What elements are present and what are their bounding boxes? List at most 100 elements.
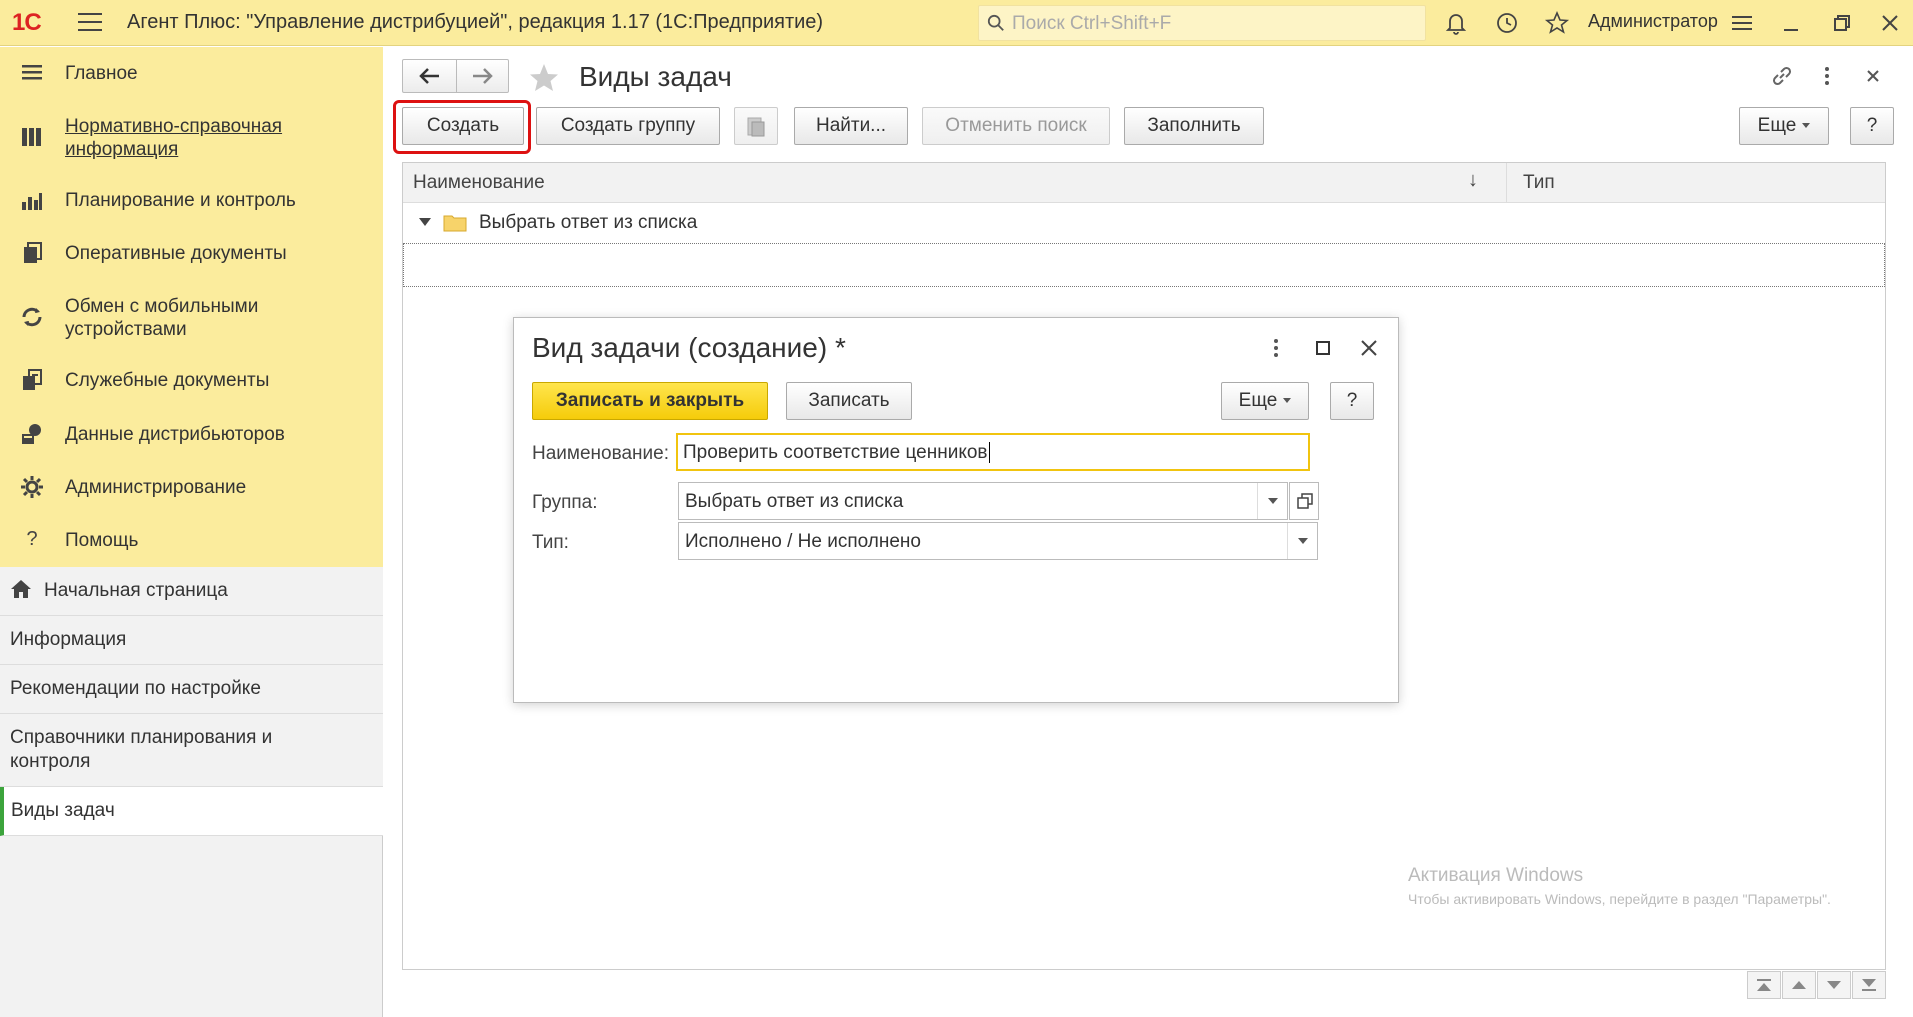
open-window-label: Виды задач [11,800,115,821]
sidebar: Главное Нормативно-справочная информация… [0,47,383,1017]
group-dropdown-button[interactable] [1257,483,1287,519]
minimize-icon[interactable] [1778,10,1804,36]
user-name[interactable]: Администратор [1588,11,1718,32]
section-reference-info[interactable]: Нормативно-справочная информация [0,113,383,163]
save-button[interactable]: Записать [786,382,912,420]
find-button[interactable]: Найти... [794,107,908,145]
save-and-close-button[interactable]: Записать и закрыть [532,382,768,420]
row-name: Выбрать ответ из списка [479,212,698,233]
type-label: Тип: [532,532,569,553]
link-icon[interactable] [1769,63,1795,89]
open-windows-list: Начальная страница Информация Рекомендац… [0,567,383,836]
open-window-home[interactable]: Начальная страница [0,567,383,616]
windows-activation-title: Активация Windows [1408,865,1584,886]
dialog-title: Вид задачи (создание) * [532,332,846,363]
more-button[interactable]: Еще [1739,107,1829,145]
back-button[interactable] [403,60,456,92]
top-bar: 1С Агент Плюс: "Управление дистрибуцией"… [0,0,1913,46]
open-window-planning-refs[interactable]: Справочники планирования и контроля [0,714,383,787]
help-button[interactable]: ? [1850,107,1894,145]
more-vertical-icon[interactable] [1264,336,1288,360]
dialog-help-button[interactable]: ? [1330,382,1374,420]
section-help[interactable]: ? Помощь [0,526,383,556]
section-label: Оперативные документы [65,243,287,264]
group-label: Группа: [532,492,598,513]
home-icon [11,580,31,598]
open-window-label: Начальная страница [44,580,228,601]
column-type-header[interactable]: Тип [1523,172,1555,194]
form-close-icon[interactable] [1860,63,1886,89]
name-field[interactable]: Проверить соответствие ценников [676,433,1310,471]
search-placeholder: Поиск Ctrl+Shift+F [1012,13,1172,34]
section-administration[interactable]: Администрирование [0,473,383,503]
create-button-highlight [393,100,531,154]
section-service-docs[interactable]: Служебные документы [0,366,383,396]
open-window-label: Информация [10,629,127,650]
open-window-task-types[interactable]: Виды задач [0,787,383,836]
close-icon[interactable] [1357,336,1381,360]
name-value: Проверить соответствие ценников [683,442,988,463]
section-main[interactable]: Главное [0,59,383,89]
scroll-down-button[interactable] [1817,971,1851,999]
more-label: Еще [1757,115,1797,136]
chevron-down-icon [1802,123,1811,128]
table-header: Наименование ↓ Тип [403,163,1885,203]
scroll-down-icon [1827,981,1841,989]
table-icon [22,128,41,146]
group-field[interactable]: Выбрать ответ из списка [678,482,1288,520]
more-vertical-icon[interactable] [1814,63,1840,89]
section-label: Обмен с мобильными устройствами [65,296,259,340]
search-input[interactable]: Поиск Ctrl+Shift+F [978,5,1426,41]
section-operational-docs[interactable]: Оперативные документы [0,239,383,269]
open-window-label: Справочники планирования и контроля [10,727,273,772]
scroll-bottom-button[interactable] [1852,971,1886,999]
menu-lines-icon [22,65,42,80]
bell-icon[interactable] [1443,10,1469,36]
nav-buttons [402,59,509,93]
section-label: Помощь [65,530,139,551]
section-planning[interactable]: Планирование и контроль [0,186,383,216]
group-open-button[interactable] [1289,482,1319,520]
table-row-empty[interactable] [403,243,1885,287]
column-name-header[interactable]: Наименование [413,172,545,194]
open-window-recommendations[interactable]: Рекомендации по настройке [0,665,383,714]
maximize-icon[interactable] [1311,336,1335,360]
sync-icon [22,307,42,327]
open-window-info[interactable]: Информация [0,616,383,665]
chevron-down-icon [1283,398,1292,403]
section-mobile-exchange[interactable]: Обмен с мобильными устройствами [0,293,383,343]
menu-icon[interactable] [78,13,102,33]
restore-icon[interactable] [1829,10,1855,36]
gear-icon [21,476,43,498]
search-icon [987,14,1004,31]
scroll-up-button[interactable] [1782,971,1816,999]
history-icon[interactable] [1494,10,1520,36]
type-field[interactable]: Исполнено / Не исполнено [678,522,1318,560]
windows-activation-text: Чтобы активировать Windows, перейдите в … [1408,891,1831,907]
sections-panel: Главное Нормативно-справочная информация… [0,47,383,567]
help-icon: ? [26,528,38,550]
scroll-top-button[interactable] [1747,971,1781,999]
arrow-right-icon [473,68,493,84]
scroll-bottom-icon [1862,979,1876,991]
forward-button[interactable] [456,60,509,92]
section-distributor-data[interactable]: Данные дистрибьюторов [0,420,383,450]
type-dropdown-button[interactable] [1287,523,1317,559]
settings-lines-icon[interactable] [1729,10,1755,36]
table-row[interactable]: Выбрать ответ из списка [403,203,1885,243]
create-group-button[interactable]: Создать группу [536,107,720,145]
dialog-more-button[interactable]: Еще [1221,382,1309,420]
grid-scroll-buttons [1747,971,1887,1001]
cancel-search-button[interactable]: Отменить поиск [922,107,1110,145]
fill-button[interactable]: Заполнить [1124,107,1264,145]
favorite-star-icon[interactable] [528,62,560,94]
expand-triangle-icon[interactable] [419,218,431,226]
close-icon[interactable] [1877,10,1903,36]
folder-icon [443,215,467,232]
section-label: Планирование и контроль [65,190,296,211]
star-icon[interactable] [1544,10,1570,36]
copy-button[interactable] [734,107,778,145]
scroll-up-icon [1792,981,1806,989]
type-value: Исполнено / Не исполнено [685,531,921,552]
more-label: Еще [1238,390,1278,411]
